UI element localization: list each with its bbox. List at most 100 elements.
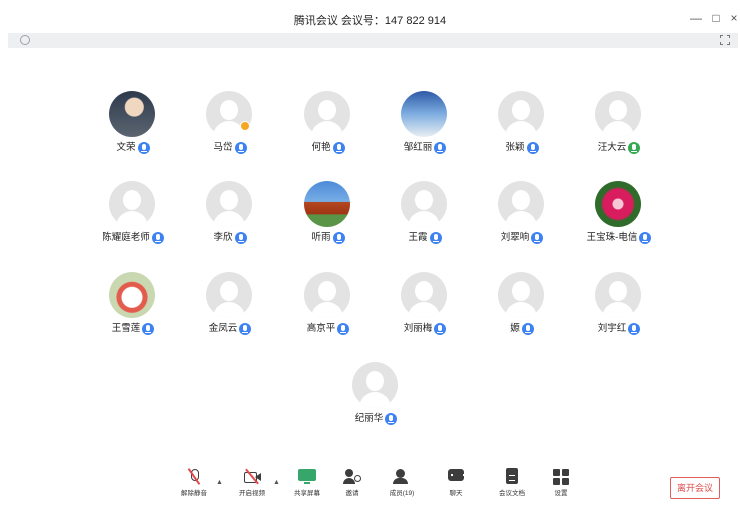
invite-icon: [343, 468, 361, 484]
microphone-icon: [628, 142, 641, 154]
participant-tile[interactable]: 刘宇红: [574, 272, 664, 344]
participant-name: 马岱: [213, 142, 233, 153]
avatar: [109, 91, 155, 137]
share-screen-icon: [298, 468, 316, 484]
participant-name: 王宝珠-电信: [586, 232, 638, 243]
meeting-info-icon[interactable]: [20, 35, 30, 45]
participant-tile[interactable]: 陈耀庭老师: [88, 181, 178, 253]
participant-tile[interactable]: 刘翠响: [477, 181, 567, 253]
participant-name: 张颖: [505, 142, 525, 153]
participant-name-row: 陈耀庭老师: [88, 231, 178, 246]
start-video-label: 开启视频: [239, 490, 265, 497]
participant-name: 邹红丽: [403, 142, 433, 153]
microphone-icon: [526, 142, 539, 154]
microphone-icon: [332, 142, 345, 154]
participant-tile[interactable]: 刘丽梅: [380, 272, 470, 344]
avatar: [304, 181, 350, 227]
participant-name-row: 王宝珠-电信: [574, 231, 664, 246]
participant-name: 王雪莲: [111, 323, 141, 334]
avatar: [109, 272, 155, 318]
invite-button[interactable]: 邀请: [338, 468, 366, 504]
avatar: [352, 362, 398, 408]
participant-tile[interactable]: 张颖: [477, 91, 567, 163]
participant-name-row: 刘丽梅: [380, 322, 470, 337]
title-bar: 腾讯会议 会议号：147 822 914 — □ ×: [0, 0, 740, 36]
participant-name: 刘丽梅: [403, 323, 433, 334]
unmute-button[interactable]: 解除静音: [177, 468, 211, 504]
participant-tile[interactable]: 王霞: [380, 181, 470, 253]
participant-tile[interactable]: 王宝珠-电信: [574, 181, 664, 253]
microphone-icon: [628, 323, 641, 335]
participant-name: 高京平: [306, 323, 336, 334]
participant-name: 金凤云: [208, 323, 238, 334]
window-title: 腾讯会议 会议号：147 822 914: [293, 15, 447, 27]
participant-name: 何艳: [311, 142, 331, 153]
microphone-icon: [434, 142, 447, 154]
microphone-icon: [521, 323, 534, 335]
close-button[interactable]: ×: [726, 10, 740, 26]
participant-name: 听雨: [311, 232, 331, 243]
leave-meeting-button[interactable]: 离开会议: [670, 477, 720, 499]
audio-options-caret[interactable]: ▲: [216, 479, 223, 486]
fullscreen-icon[interactable]: [720, 35, 730, 45]
participant-name: 刘宇红: [597, 323, 627, 334]
participant-tile[interactable]: 邹红丽: [380, 91, 470, 163]
microphone-icon: [234, 232, 247, 244]
participant-tile[interactable]: 嫄: [477, 272, 567, 344]
avatar: [498, 91, 544, 137]
avatar: [206, 181, 252, 227]
avatar: [595, 91, 641, 137]
microphone-icon: [429, 232, 442, 244]
participant-tile[interactable]: 文荣: [88, 91, 178, 163]
participant-name-row: 邹红丽: [380, 141, 470, 156]
microphone-icon: [234, 142, 247, 154]
maximize-button[interactable]: □: [708, 10, 724, 26]
minimize-button[interactable]: —: [688, 10, 704, 26]
participant-tile[interactable]: 金凤云: [185, 272, 275, 344]
settings-button[interactable]: 设置: [547, 468, 575, 504]
participant-name: 陈耀庭老师: [102, 232, 150, 243]
participant-name: 汪大云: [597, 142, 627, 153]
chat-label: 聊天: [449, 490, 463, 497]
participant-tile[interactable]: 纪丽华: [331, 362, 421, 434]
avatar: [304, 91, 350, 137]
participant-name: 刘翠响: [500, 232, 530, 243]
participant-tile[interactable]: 听雨: [283, 181, 373, 253]
participant-tile[interactable]: 马岱: [185, 91, 275, 163]
participant-tile[interactable]: 何艳: [283, 91, 373, 163]
avatar: [401, 181, 447, 227]
microphone-icon: [531, 232, 544, 244]
start-video-button[interactable]: 开启视频: [234, 468, 270, 504]
members-button[interactable]: 成员(19): [384, 468, 420, 504]
participant-name: 纪丽华: [354, 413, 384, 424]
microphone-icon: [239, 323, 252, 335]
participant-name: 王霞: [408, 232, 428, 243]
participant-name-row: 马岱: [185, 141, 275, 156]
settings-label: 设置: [554, 490, 568, 497]
participant-name-row: 嫄: [477, 322, 567, 337]
avatar: [206, 272, 252, 318]
participant-name-row: 刘翠响: [477, 231, 567, 246]
participant-tile[interactable]: 李欣: [185, 181, 275, 253]
share-screen-button[interactable]: 共享屏幕: [289, 468, 325, 504]
document-icon: [503, 468, 521, 484]
participant-tile[interactable]: 汪大云: [574, 91, 664, 163]
chat-button[interactable]: 聊天: [442, 468, 470, 504]
members-label: 成员(19): [389, 490, 415, 497]
microphone-icon: [434, 323, 447, 335]
avatar: [595, 272, 641, 318]
microphone-icon: [332, 232, 345, 244]
participant-tile[interactable]: 王雪莲: [88, 272, 178, 344]
participant-name: 嫄: [510, 323, 520, 334]
participant-name-row: 文荣: [88, 141, 178, 156]
video-options-caret[interactable]: ▲: [273, 479, 280, 486]
avatar: [498, 272, 544, 318]
camera-off-icon: [243, 468, 261, 485]
meeting-docs-button[interactable]: 会议文档: [494, 468, 530, 504]
meeting-docs-label: 会议文档: [499, 490, 525, 497]
participant-name-row: 何艳: [283, 141, 373, 156]
meeting-info-bar: [8, 33, 738, 48]
participant-tile[interactable]: 高京平: [283, 272, 373, 344]
avatar: [109, 181, 155, 227]
chat-icon: [447, 468, 465, 484]
